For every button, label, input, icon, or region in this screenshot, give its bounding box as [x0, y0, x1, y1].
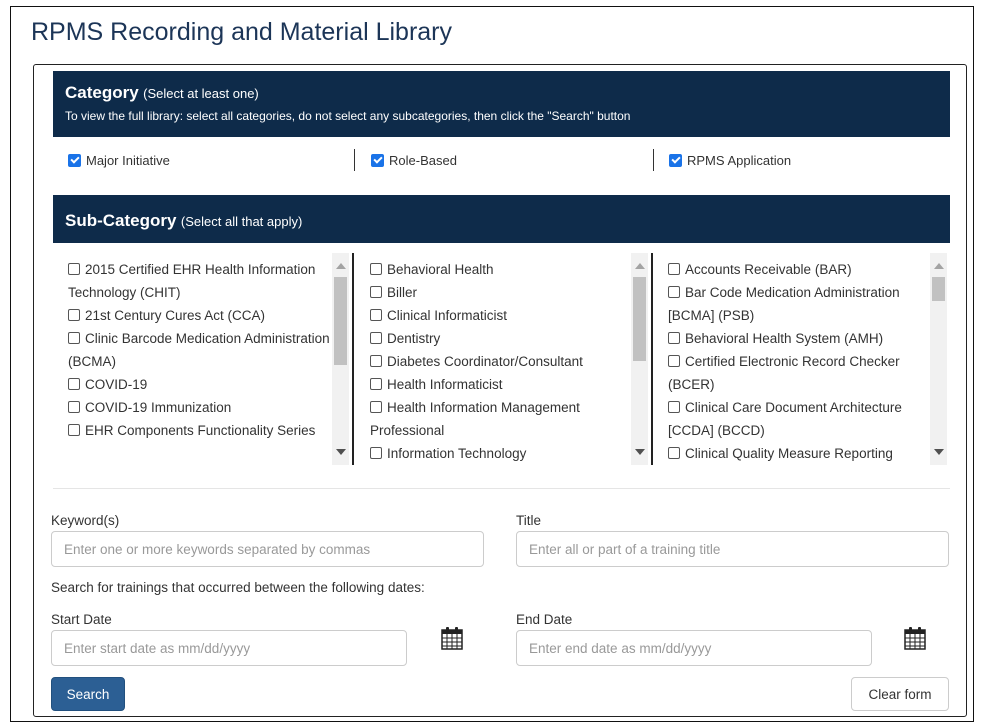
category-label: Major Initiative — [86, 152, 170, 168]
checkbox-icon[interactable] — [668, 447, 680, 459]
subcategory-column-major-initiative: 2015 Certified EHR Health Information Te… — [53, 253, 353, 465]
scroll-up-arrow-icon[interactable] — [934, 263, 944, 269]
category-rpms-application[interactable]: RPMS Application — [669, 147, 791, 173]
subcategory-option[interactable]: Health Informaticist — [370, 373, 632, 396]
checkbox-icon[interactable] — [370, 401, 382, 413]
subcategory-option[interactable]: Behavioral Health System (AMH) — [668, 327, 913, 350]
category-row: Major Initiative Role-Based RPMS Applica… — [53, 147, 950, 173]
scroll-thumb[interactable] — [334, 277, 347, 365]
subcategory-option[interactable]: Behavioral Health — [370, 258, 632, 281]
scroll-thumb[interactable] — [633, 277, 646, 361]
checkbox-icon[interactable] — [68, 309, 80, 321]
calendar-icon[interactable] — [441, 626, 463, 650]
category-title: Category — [65, 83, 139, 102]
category-major-initiative[interactable]: Major Initiative — [68, 147, 170, 173]
checkbox-icon[interactable] — [370, 332, 382, 344]
page-title: RPMS Recording and Material Library — [31, 18, 453, 46]
checkbox-icon[interactable] — [370, 378, 382, 390]
keyword-input[interactable]: Enter one or more keywords separated by … — [51, 531, 484, 567]
subcategory-lists: 2015 Certified EHR Health Information Te… — [53, 253, 950, 465]
checkbox-icon[interactable] — [68, 424, 80, 436]
checkbox-icon[interactable] — [370, 355, 382, 367]
subcategory-option[interactable]: Bar Code Medication Administration [BCMA… — [668, 281, 913, 327]
category-divider — [653, 149, 654, 171]
checkbox-icon[interactable] — [68, 332, 80, 344]
subcategory-option[interactable]: 2015 Certified EHR Health Information Te… — [68, 258, 330, 304]
calendar-icon[interactable] — [904, 626, 926, 650]
scroll-thumb[interactable] — [932, 277, 945, 301]
subcategory-option[interactable]: Information Technology — [370, 442, 632, 465]
subcategory-option[interactable]: Biller — [370, 281, 632, 304]
category-description: To view the full library: select all cat… — [65, 109, 631, 123]
checkbox-icon[interactable] — [370, 286, 382, 298]
subcategory-option[interactable]: Accounts Receivable (BAR) — [668, 258, 913, 281]
subcategory-header: Sub-Category (Select all that apply) — [53, 195, 950, 243]
checkbox-checked-icon[interactable] — [68, 153, 81, 167]
subcategory-option[interactable]: Diabetes Coordinator/Consultant — [370, 350, 632, 373]
subcategory-option[interactable]: EHR Components Functionality Series — [68, 419, 330, 442]
subcategory-column-rpms-application: Accounts Receivable (BAR) Bar Code Medic… — [653, 253, 930, 465]
end-date-label: End Date — [516, 612, 573, 627]
clear-form-button[interactable]: Clear form — [851, 677, 949, 711]
checkbox-icon[interactable] — [68, 378, 80, 390]
checkbox-checked-icon[interactable] — [669, 153, 682, 167]
scrollbar-column-1[interactable] — [332, 253, 349, 465]
subcategory-option[interactable]: Clinical Care Document Architecture [CCD… — [668, 396, 913, 442]
subcategory-note: (Select all that apply) — [180, 214, 303, 229]
checkbox-icon[interactable] — [370, 309, 382, 321]
scrollbar-column-2[interactable] — [631, 253, 648, 465]
scroll-up-arrow-icon[interactable] — [635, 263, 645, 269]
start-date-label: Start Date — [51, 612, 112, 627]
category-role-based[interactable]: Role-Based — [371, 147, 457, 173]
checkbox-icon[interactable] — [68, 263, 80, 275]
checkbox-icon[interactable] — [668, 286, 680, 298]
end-date-input[interactable]: Enter end date as mm/dd/yyyy — [516, 630, 872, 666]
category-header: Category (Select at least one) To view t… — [53, 71, 950, 137]
checkbox-icon[interactable] — [668, 263, 680, 275]
category-label: Role-Based — [389, 152, 457, 168]
subcategory-column-role-based: Behavioral Health Biller Clinical Inform… — [354, 253, 654, 465]
keyword-label: Keyword(s) — [51, 513, 120, 528]
subcategory-option[interactable]: Health Information Management Profession… — [370, 396, 632, 442]
subcategory-option[interactable]: Clinical Quality Measure Reporting — [668, 442, 913, 465]
start-date-input[interactable]: Enter start date as mm/dd/yyyy — [51, 630, 407, 666]
scroll-down-arrow-icon[interactable] — [635, 449, 645, 455]
title-input[interactable]: Enter all or part of a training title — [516, 531, 949, 567]
search-button[interactable]: Search — [51, 677, 125, 711]
subcategory-option[interactable]: Dentistry — [370, 327, 632, 350]
scroll-up-arrow-icon[interactable] — [336, 263, 346, 269]
checkbox-icon[interactable] — [370, 447, 382, 459]
checkbox-icon[interactable] — [68, 401, 80, 413]
category-note: (Select at least one) — [143, 86, 259, 101]
scroll-down-arrow-icon[interactable] — [336, 449, 346, 455]
subcategory-option[interactable]: COVID-19 — [68, 373, 330, 396]
subcategory-title: Sub-Category — [65, 211, 177, 230]
checkbox-icon[interactable] — [668, 355, 680, 367]
category-divider — [354, 149, 355, 171]
checkbox-icon[interactable] — [370, 263, 382, 275]
checkbox-icon[interactable] — [668, 332, 680, 344]
subcategory-option[interactable]: COVID-19 Immunization — [68, 396, 330, 419]
subcategory-option[interactable]: Clinic Barcode Medication Administration… — [68, 327, 330, 373]
subcategory-option[interactable]: Certified Electronic Record Checker (BCE… — [668, 350, 913, 396]
scrollbar-column-3[interactable] — [930, 253, 947, 465]
checkbox-icon[interactable] — [668, 401, 680, 413]
subcategory-option[interactable]: Clinical Informaticist — [370, 304, 632, 327]
date-range-note: Search for trainings that occurred betwe… — [51, 580, 425, 595]
checkbox-checked-icon[interactable] — [371, 153, 384, 167]
scroll-down-arrow-icon[interactable] — [934, 449, 944, 455]
subcategory-option[interactable]: 21st Century Cures Act (CCA) — [68, 304, 330, 327]
section-divider — [53, 488, 950, 489]
title-label: Title — [516, 513, 542, 528]
category-label: RPMS Application — [687, 152, 792, 168]
